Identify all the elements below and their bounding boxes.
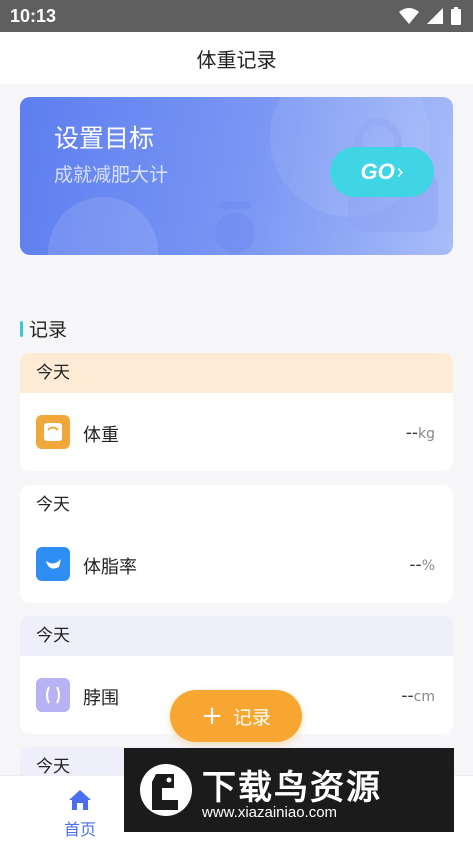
banner-subtitle: 成就减肥大计: [54, 164, 169, 186]
banner-decoration: [48, 197, 158, 255]
record-row-weight[interactable]: 体重 --kg: [20, 393, 453, 471]
kettlebell-icon: [215, 201, 255, 253]
go-button[interactable]: GO ›: [330, 147, 434, 197]
status-bar: 10:13: [0, 0, 473, 32]
section-title-label: 记录: [29, 319, 68, 341]
record-value: --%: [409, 555, 435, 575]
record-value-text: --: [405, 423, 418, 443]
record-name: 脖围: [83, 688, 119, 709]
signal-icon: [427, 8, 443, 24]
tab-home-label: 首页: [63, 820, 96, 839]
add-record-label: 记录: [232, 706, 271, 729]
plus-icon: +: [201, 701, 223, 731]
status-icons: [399, 7, 461, 25]
banner-title: 设置目标: [54, 124, 155, 153]
bird-logo-icon: [140, 764, 192, 816]
record-value: --kg: [406, 423, 435, 443]
battery-icon: [451, 7, 461, 25]
record-value: --cm: [401, 686, 435, 706]
record-value-text: --: [409, 555, 422, 575]
record-card-weight[interactable]: 今天 体重 --kg: [20, 353, 453, 471]
neck-icon: [36, 678, 70, 712]
body-fat-icon: [36, 547, 70, 581]
section-accent-bar: [20, 320, 23, 337]
goal-banner[interactable]: 设置目标 成就减肥大计 GO ›: [20, 97, 453, 255]
record-unit: kg: [418, 426, 435, 442]
go-label: GO: [360, 159, 395, 184]
record-card-bodyfat[interactable]: 今天 体脂率 --%: [20, 485, 453, 603]
record-date: 今天: [20, 353, 453, 393]
record-value-text: --: [401, 686, 414, 706]
tab-home[interactable]: 首页: [45, 784, 115, 840]
record-date: 今天: [20, 485, 453, 525]
watermark-url: www.xiazainiao.com: [202, 804, 338, 821]
wifi-icon: [399, 8, 419, 24]
record-unit: %: [421, 558, 435, 574]
record-date: 今天: [20, 616, 453, 656]
scale-icon: [36, 415, 70, 449]
page-header: 体重记录: [0, 32, 473, 84]
home-icon: [69, 790, 91, 810]
record-unit: cm: [413, 689, 435, 705]
status-time: 10:13: [10, 6, 57, 26]
record-row-bodyfat[interactable]: 体脂率 --%: [20, 525, 453, 603]
page-title: 体重记录: [196, 47, 277, 72]
watermark-title: 下载鸟资源: [202, 768, 382, 808]
record-name: 体重: [83, 425, 119, 446]
record-name: 体脂率: [83, 557, 137, 578]
chevron-right-icon: ›: [396, 160, 404, 183]
records-section-title: 记录: [20, 315, 67, 342]
add-record-button[interactable]: + 记录: [170, 690, 302, 742]
watermark-overlay: 下载鸟资源 www.xiazainiao.com: [124, 748, 454, 832]
